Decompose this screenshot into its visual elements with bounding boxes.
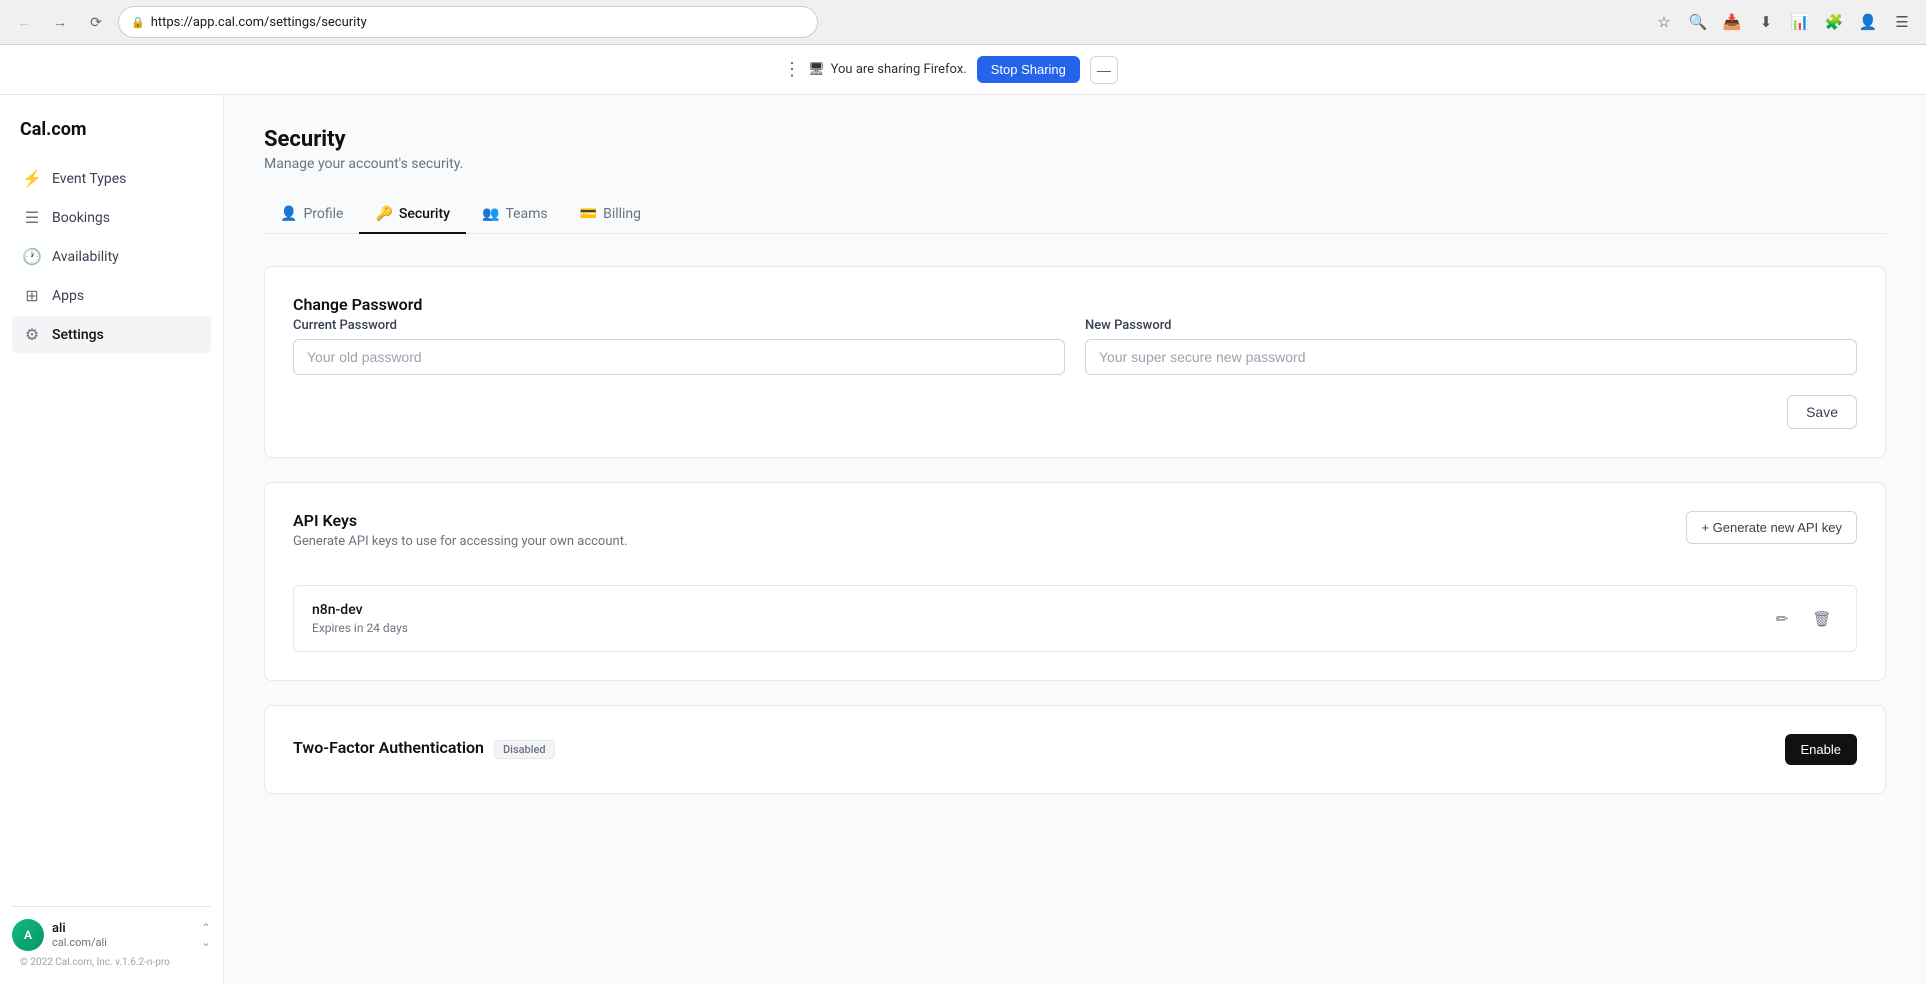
chart-button[interactable]: 📊 — [1786, 8, 1814, 36]
tab-teams[interactable]: 👥 Teams — [466, 196, 564, 234]
availability-icon: 🕐 — [22, 247, 42, 266]
tab-security[interactable]: 🔑 Security — [359, 196, 466, 234]
save-password-button[interactable]: Save — [1787, 395, 1857, 429]
new-password-input[interactable] — [1085, 339, 1857, 375]
app-container: Cal.com ⚡ Event Types ☰ Bookings 🕐 Avail… — [0, 95, 1926, 984]
tab-label: Profile — [303, 206, 343, 222]
enable-twofa-button[interactable]: Enable — [1785, 734, 1857, 765]
two-factor-section: Two-Factor Authentication Disabled Enabl… — [264, 705, 1886, 794]
sharing-bar: ⋮ 🖥 You are sharing Firefox. Stop Sharin… — [0, 45, 1926, 95]
main-content: Security Manage your account's security.… — [224, 95, 1926, 984]
sidebar-item-label: Availability — [52, 249, 119, 265]
tab-label: Billing — [603, 206, 641, 222]
current-password-field: Current Password — [293, 318, 1065, 375]
tab-label: Teams — [505, 206, 547, 222]
browser-toolbar: ← → ⟳ 🔒 https://app.cal.com/settings/sec… — [0, 0, 1926, 45]
stop-sharing-button[interactable]: Stop Sharing — [977, 56, 1080, 83]
save-row: Save — [293, 395, 1857, 429]
sidebar-footer: A ali cal.com/ali ⌃⌄ — [12, 906, 211, 951]
sidebar-item-event-types[interactable]: ⚡ Event Types — [12, 160, 211, 197]
reload-button[interactable]: ⟳ — [82, 8, 110, 36]
billing-tab-icon: 💳 — [580, 206, 597, 222]
sidebar-item-label: Apps — [52, 288, 84, 304]
pocket-button[interactable]: 📥 — [1718, 8, 1746, 36]
tab-label: Security — [399, 206, 450, 222]
sharing-text: 🖥 You are sharing Firefox. — [808, 62, 967, 77]
browser-actions: ☆ 🔍 📥 ⬇ 📊 🧩 👤 ☰ — [1650, 8, 1916, 36]
api-key-item: n8n-dev Expires in 24 days ✏ 🗑 — [293, 585, 1857, 652]
address-bar[interactable]: 🔒 https://app.cal.com/settings/security — [118, 6, 818, 38]
tabs: 👤 Profile 🔑 Security 👥 Teams 💳 Billing — [264, 196, 1886, 234]
sidebar: Cal.com ⚡ Event Types ☰ Bookings 🕐 Avail… — [0, 95, 224, 984]
download-button[interactable]: ⬇ — [1752, 8, 1780, 36]
new-password-label: New Password — [1085, 318, 1857, 333]
api-key-actions: ✏ 🗑 — [1766, 603, 1838, 635]
sidebar-item-bookings[interactable]: ☰ Bookings — [12, 199, 211, 236]
search-button[interactable]: 🔍 — [1684, 8, 1712, 36]
twofa-status-badge: Disabled — [494, 740, 555, 759]
settings-icon: ⚙ — [22, 325, 42, 344]
sidebar-logo: Cal.com — [12, 111, 211, 160]
apps-icon: ⊞ — [22, 286, 42, 305]
twofa-title: Two-Factor Authentication — [293, 738, 484, 757]
sidebar-item-label: Event Types — [52, 171, 126, 187]
api-keys-header-text: API Keys Generate API keys to use for ac… — [293, 511, 627, 569]
sidebar-item-label: Bookings — [52, 210, 110, 226]
security-tab-icon: 🔑 — [375, 206, 392, 222]
page-title: Security — [264, 127, 1886, 152]
sidebar-item-settings[interactable]: ⚙ Settings — [12, 316, 211, 353]
event-types-icon: ⚡ — [22, 169, 42, 188]
bookmark-button[interactable]: ☆ — [1650, 8, 1678, 36]
bookings-icon: ☰ — [22, 208, 42, 227]
page-header: Security Manage your account's security. — [264, 127, 1886, 172]
sharing-dots[interactable]: ⋮ — [783, 59, 801, 80]
sidebar-item-label: Settings — [52, 327, 104, 343]
minimize-button[interactable]: — — [1090, 56, 1118, 84]
new-password-field: New Password — [1085, 318, 1857, 375]
tab-billing[interactable]: 💳 Billing — [564, 196, 657, 234]
menu-button[interactable]: ☰ — [1888, 8, 1916, 36]
change-password-section: Change Password Current Password New Pas… — [264, 266, 1886, 458]
page-subtitle: Manage your account's security. — [264, 156, 1886, 172]
sidebar-item-availability[interactable]: 🕐 Availability — [12, 238, 211, 275]
change-password-title: Change Password — [293, 295, 1857, 314]
profile-button[interactable]: 👤 — [1854, 8, 1882, 36]
api-keys-section: API Keys Generate API keys to use for ac… — [264, 482, 1886, 681]
api-key-expiry: Expires in 24 days — [312, 621, 408, 635]
user-handle: cal.com/ali — [52, 936, 107, 949]
copyright: © 2022 Cal.com, Inc. v.1.6.2-n-pro — [12, 951, 211, 968]
forward-button[interactable]: → — [46, 8, 74, 36]
user-name: ali — [52, 921, 107, 936]
user-info[interactable]: A ali cal.com/ali — [12, 919, 107, 951]
teams-tab-icon: 👥 — [482, 206, 499, 222]
lock-icon: 🔒 — [131, 16, 145, 29]
password-fields: Current Password New Password — [293, 318, 1857, 375]
profile-tab-icon: 👤 — [280, 206, 297, 222]
api-keys-title: API Keys — [293, 511, 627, 530]
twofa-header: Two-Factor Authentication Disabled Enabl… — [293, 734, 1857, 765]
monitor-icon: 🖥 — [808, 62, 825, 77]
sidebar-nav: ⚡ Event Types ☰ Bookings 🕐 Availability … — [12, 160, 211, 906]
extension-button[interactable]: 🧩 — [1820, 8, 1848, 36]
url-text: https://app.cal.com/settings/security — [151, 15, 367, 30]
tab-profile[interactable]: 👤 Profile — [264, 196, 359, 234]
api-keys-header: API Keys Generate API keys to use for ac… — [293, 511, 1857, 569]
current-password-label: Current Password — [293, 318, 1065, 333]
api-key-name: n8n-dev — [312, 602, 408, 618]
api-keys-subtitle: Generate API keys to use for accessing y… — [293, 534, 627, 549]
back-button[interactable]: ← — [10, 8, 38, 36]
current-password-input[interactable] — [293, 339, 1065, 375]
api-key-info: n8n-dev Expires in 24 days — [312, 602, 408, 635]
user-text: ali cal.com/ali — [52, 921, 107, 949]
edit-api-key-button[interactable]: ✏ — [1766, 603, 1798, 635]
sidebar-item-apps[interactable]: ⊞ Apps — [12, 277, 211, 314]
generate-api-key-button[interactable]: + Generate new API key — [1686, 511, 1857, 544]
expand-button[interactable]: ⌃⌄ — [201, 921, 211, 949]
avatar: A — [12, 919, 44, 951]
delete-api-key-button[interactable]: 🗑 — [1806, 603, 1838, 635]
